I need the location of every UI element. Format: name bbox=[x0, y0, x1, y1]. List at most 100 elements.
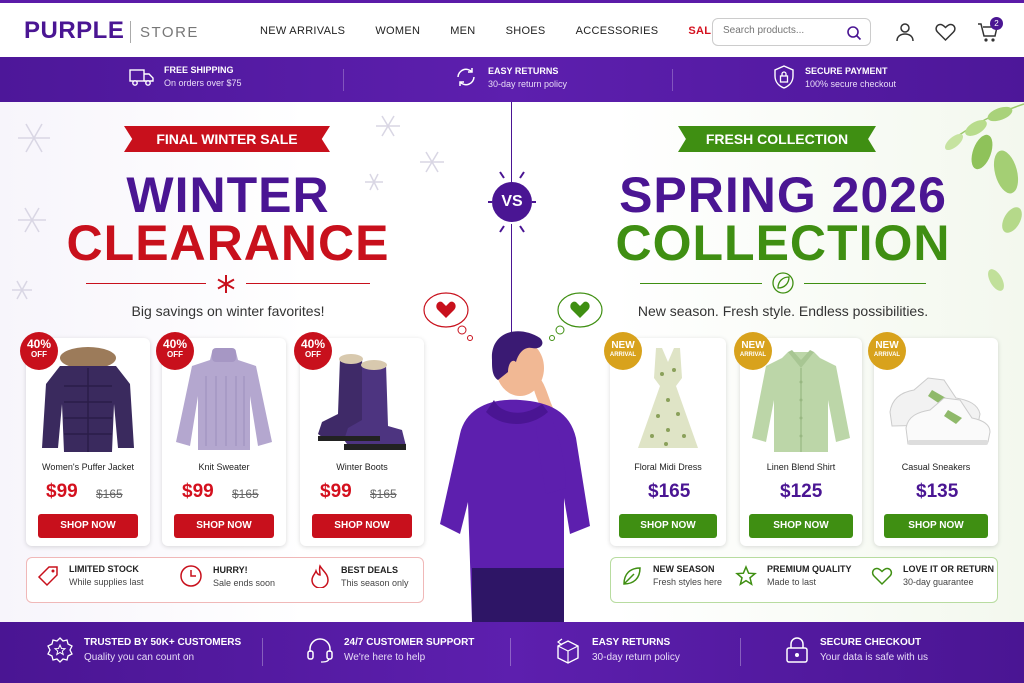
vs-badge: VS bbox=[492, 182, 532, 222]
product-card[interactable]: NEW ARRIVAL Linen Blend Shirt $125 SHOP N… bbox=[734, 332, 862, 546]
feature-hurry: HURRY! Sale ends soon bbox=[179, 564, 275, 588]
winter-features-panel: LIMITED STOCK While supplies last HURRY! S… bbox=[26, 557, 424, 603]
product-name: Floral Midi Dress bbox=[634, 462, 702, 472]
info-title: EASY RETURNS bbox=[488, 65, 559, 76]
trust-footer: TRUSTED BY 50K+ CUSTOMERS Quality you can… bbox=[0, 622, 1024, 683]
shop-now-button[interactable]: SHOP NOW bbox=[312, 514, 412, 538]
main-nav: NEW ARRIVALS WOMEN MEN SHOES ACCESSORIES… bbox=[260, 25, 749, 37]
info-secure-payment: SECURE PAYMENT 100% secure checkout bbox=[773, 65, 896, 89]
footer-divider bbox=[740, 638, 741, 666]
divider-line bbox=[804, 283, 926, 284]
footer-divider bbox=[510, 638, 511, 666]
shop-now-button[interactable]: SHOP NOW bbox=[619, 514, 717, 538]
logo-divider bbox=[130, 21, 131, 43]
spring-tagline: New season. Fresh style. Endless possibi… bbox=[637, 303, 929, 319]
product-name: Winter Boots bbox=[336, 462, 388, 472]
search-box bbox=[712, 18, 871, 46]
divider-line bbox=[640, 283, 762, 284]
flame-icon bbox=[311, 564, 329, 588]
footer-divider bbox=[262, 638, 263, 666]
divider-line bbox=[246, 283, 370, 284]
discount-badge: 40% OFF bbox=[156, 332, 194, 370]
leaf-icon bbox=[623, 566, 641, 585]
shop-now-button[interactable]: SHOP NOW bbox=[884, 514, 988, 538]
site-header: PURPLE STORE NEW ARRIVALS WOMEN MEN SHOE… bbox=[0, 3, 1024, 57]
product-price: $99 bbox=[182, 481, 214, 502]
footer-checkout: SECURE CHECKOUT Your data is safe with us bbox=[784, 636, 928, 664]
discount-badge: 40% OFF bbox=[294, 332, 332, 370]
truck-icon bbox=[129, 68, 154, 86]
feature-new-season: NEW SEASON Fresh styles here bbox=[621, 564, 722, 587]
winter-tagline: Big savings on winter favorites! bbox=[131, 303, 325, 319]
shop-now-button[interactable]: SHOP NOW bbox=[749, 514, 853, 538]
leaf-icon bbox=[772, 272, 794, 294]
info-title: FREE SHIPPING bbox=[164, 65, 234, 75]
product-old-price: $165 bbox=[370, 487, 397, 501]
product-price: $165 bbox=[648, 481, 691, 502]
shipping-info-bar: FREE SHIPPING On orders over $75 EASY RE… bbox=[0, 57, 1024, 102]
product-card[interactable]: 40% OFF Winter Boots $99 $165 SHOP NOW bbox=[294, 332, 424, 546]
search-icon[interactable] bbox=[846, 25, 862, 41]
award-badge-icon bbox=[47, 637, 73, 663]
new-arrival-badge: NEW ARRIVAL bbox=[734, 332, 772, 370]
hero-comparison: FINAL WINTER SALE WINTER CLEARANCE Big s… bbox=[0, 102, 1024, 622]
info-free-shipping: FREE SHIPPING On orders over $75 bbox=[128, 65, 242, 88]
product-price: $99 bbox=[46, 481, 78, 502]
footer-trusted: TRUSTED BY 50K+ CUSTOMERS Quality you can… bbox=[46, 636, 241, 664]
product-price: $125 bbox=[780, 481, 823, 502]
new-arrival-badge: NEW ARRIVAL bbox=[604, 332, 642, 370]
clock-icon bbox=[180, 565, 202, 587]
winter-boots-image bbox=[318, 354, 406, 450]
snowflake-icon bbox=[217, 275, 235, 293]
star-icon bbox=[735, 564, 757, 586]
shop-now-button[interactable]: SHOP NOW bbox=[38, 514, 138, 538]
discount-badge: 40% OFF bbox=[20, 332, 58, 370]
headset-icon bbox=[307, 638, 333, 663]
product-price: $135 bbox=[916, 481, 959, 502]
nav-men[interactable]: MEN bbox=[450, 25, 475, 37]
search-input[interactable] bbox=[723, 25, 841, 36]
nav-new-arrivals[interactable]: NEW ARRIVALS bbox=[260, 25, 345, 37]
divider-line bbox=[86, 283, 206, 284]
shop-now-button[interactable]: SHOP NOW bbox=[174, 514, 274, 538]
wishlist-heart-icon[interactable] bbox=[935, 22, 956, 42]
feature-love-it: LOVE IT OR RETURN 30-day guarantee bbox=[871, 564, 994, 587]
info-subtitle: 100% secure checkout bbox=[805, 78, 897, 89]
product-card[interactable]: NEW ARRIVAL Casual Sneakers $135 SHOP NOW bbox=[868, 332, 998, 546]
feature-limited-stock: LIMITED STOCK While supplies last bbox=[37, 564, 144, 587]
info-divider bbox=[672, 69, 673, 91]
clearance-headline: CLEARANCE bbox=[66, 215, 390, 271]
final-winter-sale-ribbon: FINAL WINTER SALE bbox=[124, 126, 330, 152]
account-icon[interactable] bbox=[895, 22, 915, 42]
product-card[interactable]: 40% OFF Women's Puffer Jacket $99 $165 SH… bbox=[20, 332, 150, 546]
feature-premium-quality: PREMIUM QUALITY Made to last bbox=[735, 564, 852, 587]
cart-count-badge: 2 bbox=[990, 17, 1003, 30]
info-title: SECURE PAYMENT bbox=[805, 65, 888, 76]
product-name: Knit Sweater bbox=[198, 462, 250, 472]
heart-icon bbox=[871, 567, 893, 585]
product-card[interactable]: NEW ARRIVAL Floral Midi Dress $165 SHOP N… bbox=[604, 332, 726, 546]
product-old-price: $165 bbox=[96, 487, 123, 501]
footer-returns: EASY RETURNS 30-day return policy bbox=[554, 636, 680, 664]
product-price: $99 bbox=[320, 481, 352, 502]
box-return-icon bbox=[557, 638, 579, 664]
product-name: Casual Sneakers bbox=[901, 462, 971, 472]
product-old-price: $165 bbox=[232, 487, 259, 501]
fresh-collection-ribbon: FRESH COLLECTION bbox=[678, 126, 876, 152]
info-easy-returns: EASY RETURNS 30-day return policy bbox=[454, 65, 567, 89]
brand-subtitle: STORE bbox=[140, 24, 199, 41]
product-card[interactable]: 40% OFF Knit Sweater $99 $165 SHOP NOW bbox=[156, 332, 286, 546]
return-icon bbox=[457, 68, 475, 86]
nav-women[interactable]: WOMEN bbox=[375, 25, 420, 37]
spring-features-panel: NEW SEASON Fresh styles here PREMIUM QUAL… bbox=[610, 557, 998, 603]
brand-logo[interactable]: PURPLE bbox=[24, 17, 124, 45]
tag-icon bbox=[37, 565, 58, 586]
nav-accessories[interactable]: ACCESSORIES bbox=[576, 25, 659, 37]
info-divider bbox=[343, 69, 344, 91]
casual-sneakers-image bbox=[889, 377, 991, 445]
product-name: Women's Puffer Jacket bbox=[42, 462, 134, 472]
info-subtitle: On orders over $75 bbox=[164, 78, 242, 88]
product-name: Linen Blend Shirt bbox=[766, 462, 836, 472]
nav-shoes[interactable]: SHOES bbox=[506, 25, 546, 37]
info-subtitle: 30-day return policy bbox=[488, 78, 568, 89]
